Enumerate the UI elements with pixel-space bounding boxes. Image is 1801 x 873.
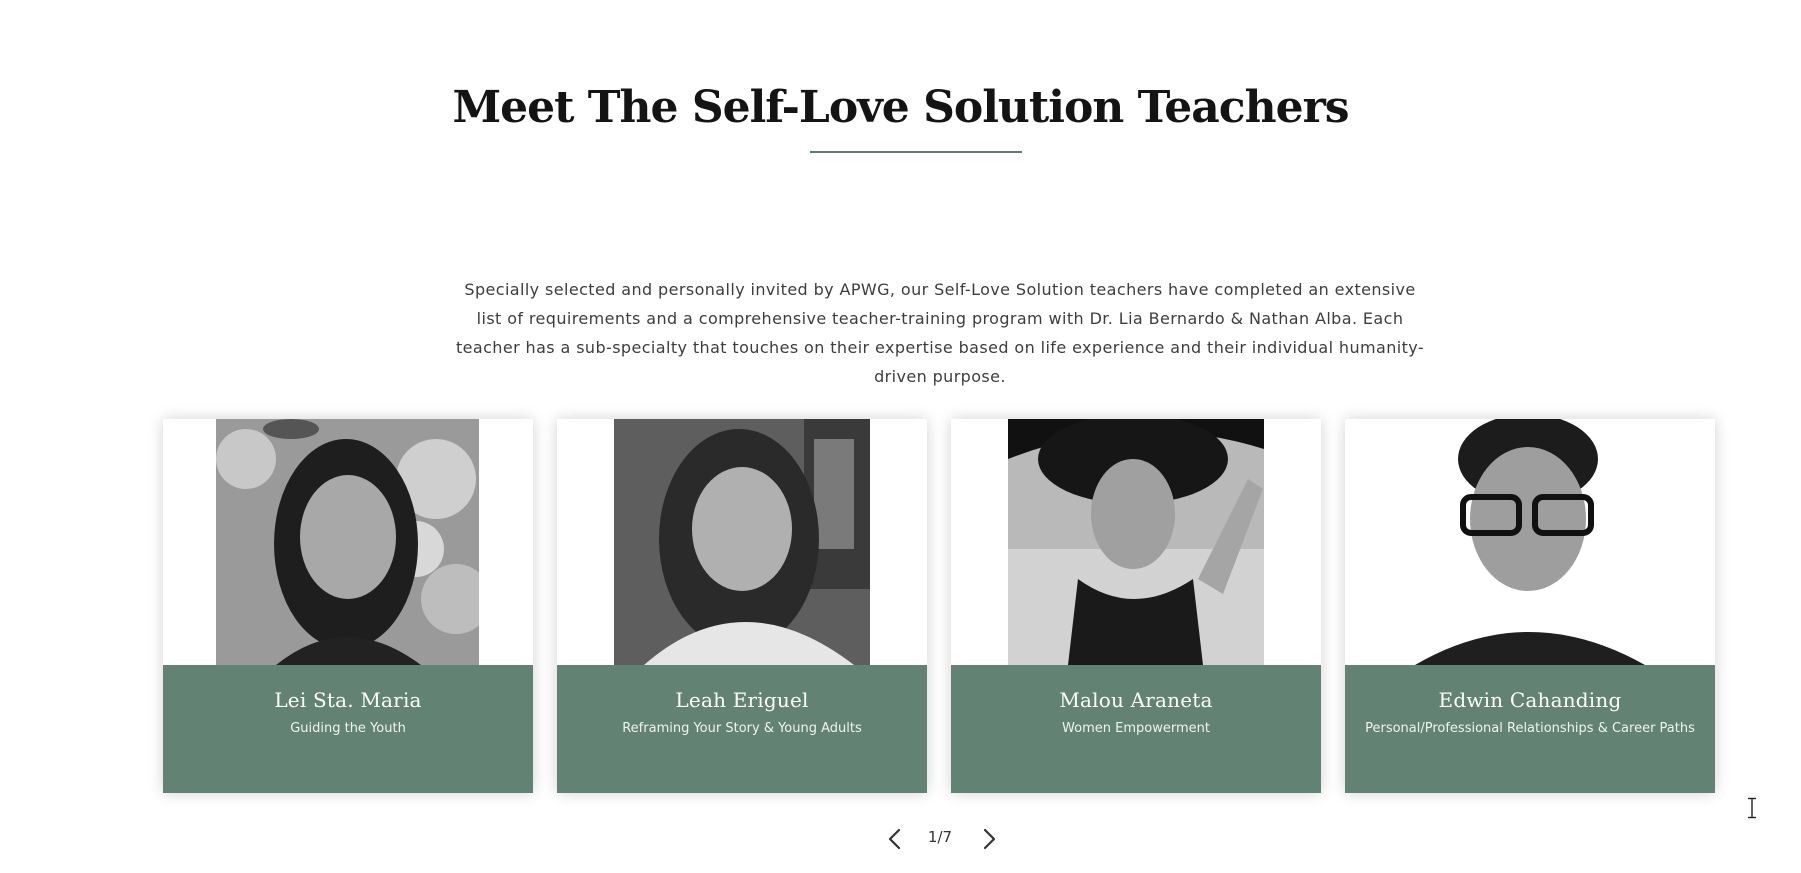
teacher-card[interactable]: Edwin Cahanding Personal/Professional Re… xyxy=(1345,419,1715,793)
teacher-photo xyxy=(216,419,479,665)
teacher-photo xyxy=(1008,419,1264,665)
teacher-info: Lei Sta. Maria Guiding the Youth xyxy=(163,665,533,793)
teacher-specialty: Women Empowerment xyxy=(1062,721,1210,736)
section-intro: Specially selected and personally invite… xyxy=(455,280,1425,386)
teacher-card[interactable]: Leah Eriguel Reframing Your Story & Youn… xyxy=(557,419,927,793)
chevron-left-icon xyxy=(888,828,901,850)
previous-button[interactable] xyxy=(883,826,909,852)
title-underline xyxy=(810,151,1022,153)
teacher-info: Leah Eriguel Reframing Your Story & Youn… xyxy=(557,665,927,793)
teacher-specialty: Personal/Professional Relationships & Ca… xyxy=(1365,721,1695,736)
teacher-specialty: Guiding the Youth xyxy=(290,721,406,736)
teacher-photo xyxy=(614,419,870,665)
carousel-pagination: 1/7 xyxy=(0,822,1801,856)
teacher-info: Malou Araneta Women Empowerment xyxy=(951,665,1321,793)
teacher-info: Edwin Cahanding Personal/Professional Re… xyxy=(1345,665,1715,793)
chevron-right-icon xyxy=(983,828,996,850)
page-counter: 1/7 xyxy=(927,828,953,846)
teacher-photo xyxy=(1345,419,1715,665)
section-title: Meet The Self-Love Solution Teachers xyxy=(452,82,1349,133)
teacher-card[interactable]: Lei Sta. Maria Guiding the Youth xyxy=(163,419,533,793)
teacher-card[interactable]: Malou Araneta Women Empowerment xyxy=(951,419,1321,793)
next-button[interactable] xyxy=(975,826,1001,852)
teacher-specialty: Reframing Your Story & Young Adults xyxy=(622,721,862,736)
teacher-name: Malou Araneta xyxy=(1059,688,1213,712)
text-cursor-icon xyxy=(1748,797,1756,819)
teacher-name: Lei Sta. Maria xyxy=(274,688,422,712)
teacher-name: Edwin Cahanding xyxy=(1438,688,1622,712)
teacher-name: Leah Eriguel xyxy=(675,688,809,712)
